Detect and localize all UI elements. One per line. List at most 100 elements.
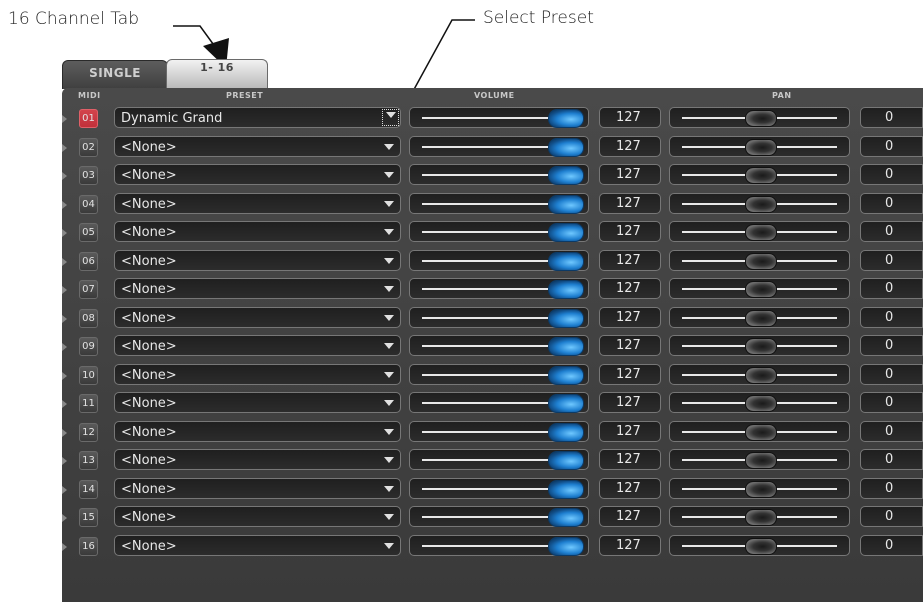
midi-channel-button[interactable]: 05 [79,223,98,242]
pan-slider[interactable] [669,249,850,271]
preset-dropdown[interactable]: <None> [114,278,401,299]
preset-dropdown[interactable]: <None> [114,534,401,556]
volume-slider[interactable] [409,306,589,328]
volume-value-field[interactable]: 127 [599,420,661,442]
midi-channel-button[interactable]: 08 [79,308,98,328]
midi-channel-button[interactable]: 06 [79,251,98,271]
pan-value-field[interactable]: 0 [860,363,923,385]
volume-slider[interactable] [409,335,589,356]
volume-slider-thumb[interactable] [548,109,584,128]
volume-slider[interactable] [409,221,589,242]
volume-slider[interactable] [409,506,589,527]
volume-value-field[interactable]: 127 [599,449,661,470]
volume-value-field[interactable]: 127 [599,335,661,356]
preset-dropdown[interactable]: <None> [114,164,401,185]
volume-slider[interactable] [409,164,589,185]
volume-slider-thumb[interactable] [548,451,584,470]
volume-slider-thumb[interactable] [548,137,584,157]
volume-slider-thumb[interactable] [548,536,584,556]
preset-dropdown[interactable]: <None> [114,192,401,214]
chevron-down-icon[interactable] [384,371,394,378]
pan-slider[interactable] [669,164,850,185]
preset-dropdown[interactable]: <None> [114,392,401,413]
chevron-down-icon[interactable] [384,172,394,178]
volume-slider-thumb[interactable] [548,251,584,271]
volume-slider-thumb[interactable] [548,508,584,527]
volume-slider[interactable] [409,449,589,470]
pan-value-field[interactable]: 0 [860,306,923,328]
pan-slider-thumb[interactable] [744,452,777,469]
volume-slider[interactable] [409,420,589,442]
pan-value-field[interactable]: 0 [860,107,923,128]
pan-slider-thumb[interactable] [744,423,777,441]
pan-slider[interactable] [669,107,850,128]
volume-value-field[interactable]: 127 [599,477,661,499]
chevron-down-icon[interactable] [384,200,394,207]
pan-slider[interactable] [669,192,850,214]
volume-value-field[interactable]: 127 [599,278,661,299]
pan-slider[interactable] [669,506,850,527]
midi-channel-button[interactable]: 14 [79,479,98,499]
midi-channel-button[interactable]: 09 [79,337,98,356]
volume-slider-thumb[interactable] [548,479,584,499]
pan-slider-thumb[interactable] [744,167,777,184]
volume-slider[interactable] [409,363,589,385]
chevron-down-icon[interactable] [384,485,394,492]
volume-slider[interactable] [409,107,589,128]
pan-value-field[interactable]: 0 [860,449,923,470]
midi-channel-button[interactable]: 01 [79,109,98,128]
volume-slider-thumb[interactable] [548,223,584,242]
preset-dropdown[interactable]: <None> [114,335,401,356]
chevron-down-icon[interactable] [384,229,394,235]
pan-slider[interactable] [669,363,850,385]
midi-channel-button[interactable]: 11 [79,394,98,413]
pan-slider[interactable] [669,420,850,442]
chevron-down-icon[interactable] [384,143,394,150]
pan-slider-thumb[interactable] [744,338,777,355]
pan-slider-thumb[interactable] [744,195,777,213]
volume-slider-thumb[interactable] [548,365,584,385]
preset-dropdown[interactable]: <None> [114,477,401,499]
volume-value-field[interactable]: 127 [599,221,661,242]
midi-channel-button[interactable]: 03 [79,166,98,185]
pan-value-field[interactable]: 0 [860,221,923,242]
preset-dropdown[interactable]: Dynamic Grand [114,107,401,128]
pan-value-field[interactable]: 0 [860,420,923,442]
chevron-down-icon[interactable] [384,343,394,349]
preset-dropdown[interactable]: <None> [114,221,401,242]
pan-value-field[interactable]: 0 [860,249,923,271]
chevron-down-icon[interactable] [384,457,394,463]
midi-channel-button[interactable]: 15 [79,508,98,527]
volume-slider[interactable] [409,135,589,157]
chevron-down-icon[interactable] [384,428,394,435]
preset-dropdown[interactable]: <None> [114,506,401,527]
pan-value-field[interactable]: 0 [860,392,923,413]
pan-slider-thumb[interactable] [744,395,777,412]
volume-slider-thumb[interactable] [548,308,584,328]
tab-single[interactable]: SINGLE [62,60,168,89]
volume-slider[interactable] [409,249,589,271]
pan-slider-thumb[interactable] [744,309,777,327]
midi-channel-button[interactable]: 10 [79,365,98,385]
pan-slider[interactable] [669,392,850,413]
pan-value-field[interactable]: 0 [860,506,923,527]
volume-value-field[interactable]: 127 [599,107,661,128]
volume-value-field[interactable]: 127 [599,392,661,413]
preset-dropdown[interactable]: <None> [114,449,401,470]
volume-value-field[interactable]: 127 [599,164,661,185]
pan-slider-thumb[interactable] [744,366,777,384]
pan-slider-thumb[interactable] [744,252,777,270]
volume-value-field[interactable]: 127 [599,135,661,157]
preset-dropdown[interactable]: <None> [114,420,401,442]
pan-slider[interactable] [669,477,850,499]
midi-channel-button[interactable]: 04 [79,194,98,214]
preset-dropdown[interactable]: <None> [114,135,401,157]
pan-slider[interactable] [669,135,850,157]
volume-slider-thumb[interactable] [548,337,584,356]
chevron-down-icon[interactable] [384,542,394,549]
pan-value-field[interactable]: 0 [860,335,923,356]
volume-value-field[interactable]: 127 [599,506,661,527]
volume-slider-thumb[interactable] [548,422,584,442]
pan-slider[interactable] [669,306,850,328]
volume-slider-thumb[interactable] [548,166,584,185]
